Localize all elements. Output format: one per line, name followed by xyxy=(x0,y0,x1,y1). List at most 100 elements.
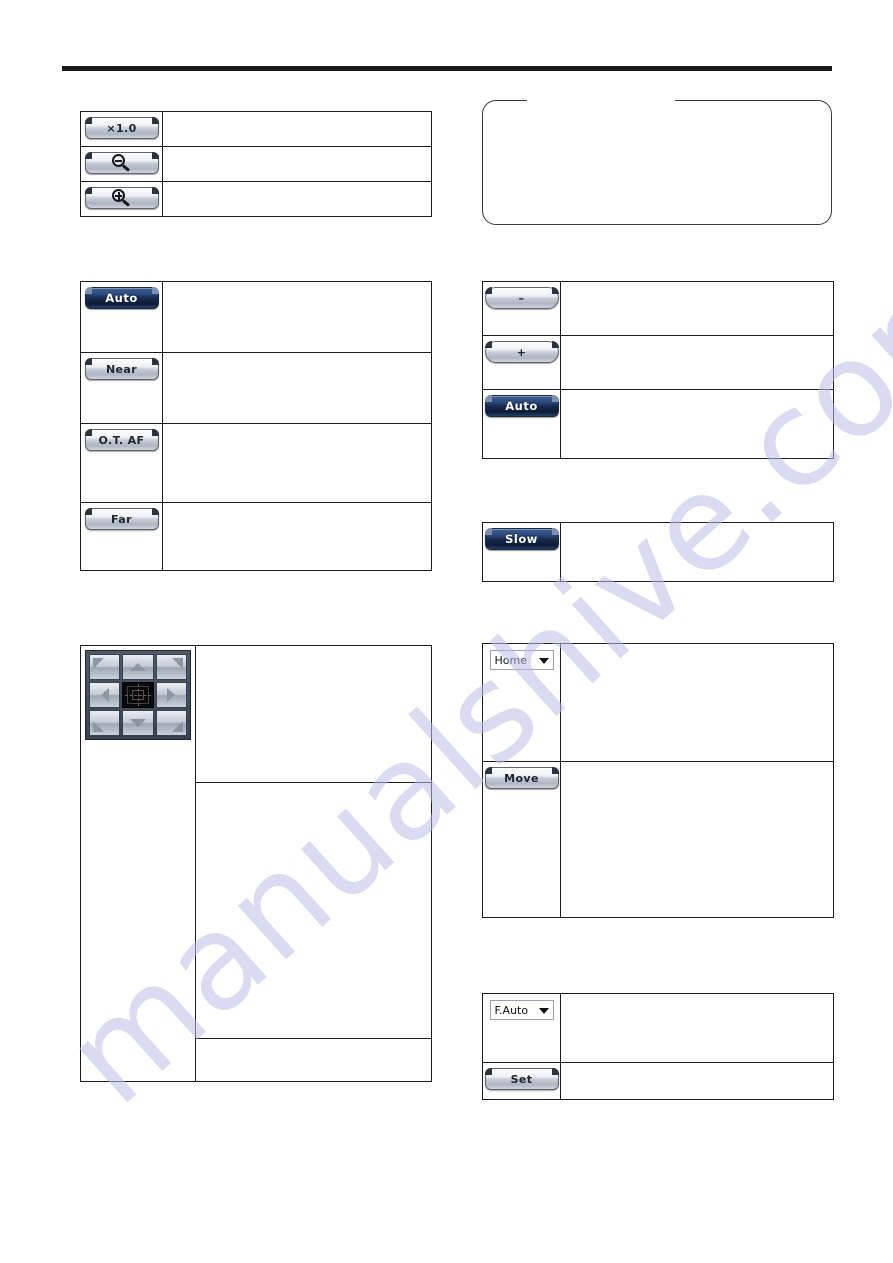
table-zoom-controls: ×1.0 xyxy=(80,111,432,217)
preset-select[interactable]: Home xyxy=(489,650,554,670)
table-row: Slow xyxy=(483,523,833,581)
table-focus-controls: Auto Near O.T. AF Far xyxy=(80,281,432,571)
preset-select-cell: Home xyxy=(483,644,561,761)
pan-tilt-up-button[interactable] xyxy=(122,654,154,680)
zoom-reset-description xyxy=(163,112,431,146)
iris-plus-cell: + xyxy=(483,336,561,389)
fauto-select-cell: F.Auto xyxy=(483,994,561,1062)
note-box-title-notch xyxy=(527,99,675,103)
iris-plus-label: + xyxy=(516,345,527,359)
focus-auto-label: Auto xyxy=(105,291,138,305)
fauto-set-button[interactable]: Set xyxy=(484,1068,559,1090)
table-row xyxy=(81,147,431,182)
chevron-down-icon xyxy=(538,658,549,664)
focus-auto-button[interactable]: Auto xyxy=(84,287,159,309)
speed-slow-label: Slow xyxy=(505,532,538,546)
pan-tilt-down-left-button[interactable] xyxy=(89,710,121,736)
preset-move-description xyxy=(561,762,833,917)
fauto-set-label: Set xyxy=(510,1072,533,1086)
table-fauto-controls: F.Auto Set xyxy=(482,993,834,1100)
speed-slow-button[interactable]: Slow xyxy=(484,528,559,550)
note-box xyxy=(482,99,832,225)
pan-tilt-right-button[interactable] xyxy=(155,682,187,708)
preset-move-cell: Move xyxy=(483,762,561,917)
speed-slow-cell: Slow xyxy=(483,523,561,581)
note-box-body xyxy=(483,101,831,121)
focus-far-label: Far xyxy=(111,512,132,526)
fauto-select-value: F.Auto xyxy=(494,1003,529,1017)
zoom-reset-cell: ×1.0 xyxy=(81,112,163,146)
fauto-select[interactable]: F.Auto xyxy=(489,1000,554,1020)
pan-tilt-center-display[interactable] xyxy=(122,682,154,708)
zoom-out-button[interactable] xyxy=(84,152,159,174)
iris-plus-button[interactable]: + xyxy=(484,341,559,363)
zoom-in-cell xyxy=(81,182,163,216)
table-row: Set xyxy=(483,1063,833,1099)
zoom-out-cell xyxy=(81,147,163,181)
pan-tilt-down-button[interactable] xyxy=(122,710,154,736)
table-row: Near xyxy=(81,353,431,424)
zoom-reset-label: ×1.0 xyxy=(106,121,137,135)
preset-move-button[interactable]: Move xyxy=(484,767,559,789)
pan-tilt-description-stack xyxy=(196,646,431,1081)
focus-otaf-cell: O.T. AF xyxy=(81,424,163,502)
zoom-reset-button[interactable]: ×1.0 xyxy=(84,117,159,139)
focus-near-description xyxy=(163,353,431,423)
table-iris-controls: – + Auto xyxy=(482,281,834,459)
fauto-set-description xyxy=(561,1063,833,1099)
table-row: O.T. AF xyxy=(81,424,431,503)
focus-otaf-button[interactable]: O.T. AF xyxy=(84,429,159,451)
pan-tilt-description-1 xyxy=(196,646,431,783)
focus-near-label: Near xyxy=(105,362,138,376)
focus-auto-cell: Auto xyxy=(81,282,163,352)
table-row: Auto xyxy=(483,390,833,458)
preset-select-value: Home xyxy=(494,653,527,667)
focus-near-cell: Near xyxy=(81,353,163,423)
pan-tilt-description-2 xyxy=(196,783,431,1039)
pan-tilt-down-right-button[interactable] xyxy=(155,710,187,736)
focus-far-button[interactable]: Far xyxy=(84,508,159,530)
iris-auto-cell: Auto xyxy=(483,390,561,458)
chevron-down-icon xyxy=(538,1008,549,1014)
focus-otaf-description xyxy=(163,424,431,502)
zoom-in-description xyxy=(163,182,431,216)
table-preset-controls: Home Move xyxy=(482,643,834,918)
pan-tilt-button-cell xyxy=(81,646,196,1081)
preset-select-description xyxy=(561,644,833,761)
iris-plus-description xyxy=(561,336,833,389)
iris-minus-label: – xyxy=(518,291,525,305)
iris-minus-cell: – xyxy=(483,282,561,335)
pan-tilt-up-left-button[interactable] xyxy=(89,654,121,680)
table-row xyxy=(81,182,431,216)
focus-near-button[interactable]: Near xyxy=(84,358,159,380)
pan-tilt-left-button[interactable] xyxy=(89,682,121,708)
table-row: Far xyxy=(81,503,431,570)
zoom-in-icon xyxy=(111,188,132,208)
zoom-in-button[interactable] xyxy=(84,187,159,209)
table-pan-tilt-controls xyxy=(80,645,432,1082)
iris-auto-button[interactable]: Auto xyxy=(484,395,559,417)
pan-tilt-description-3 xyxy=(196,1039,431,1081)
pan-tilt-up-right-button[interactable] xyxy=(155,654,187,680)
iris-auto-description xyxy=(561,390,833,458)
table-row: Auto xyxy=(81,282,431,353)
table-speed-control: Slow xyxy=(482,522,834,582)
zoom-out-description xyxy=(163,147,431,181)
header-rule xyxy=(62,66,832,71)
table-row: ×1.0 xyxy=(81,112,431,147)
pan-tilt-pad-icon[interactable] xyxy=(85,650,191,740)
focus-far-cell: Far xyxy=(81,503,163,570)
table-row: F.Auto xyxy=(483,994,833,1063)
zoom-out-icon xyxy=(111,153,132,173)
focus-far-description xyxy=(163,503,431,570)
focus-otaf-label: O.T. AF xyxy=(98,433,145,447)
iris-minus-button[interactable]: – xyxy=(484,287,559,309)
table-row: Move xyxy=(483,762,833,917)
preset-move-label: Move xyxy=(504,771,539,785)
table-row: – xyxy=(483,282,833,336)
fauto-select-description xyxy=(561,994,833,1062)
table-row: Home xyxy=(483,644,833,762)
manual-page: ×1.0 Auto Near O.T. AF Far – + Auto Slow… xyxy=(0,0,893,1263)
fauto-set-cell: Set xyxy=(483,1063,561,1099)
focus-auto-description xyxy=(163,282,431,352)
